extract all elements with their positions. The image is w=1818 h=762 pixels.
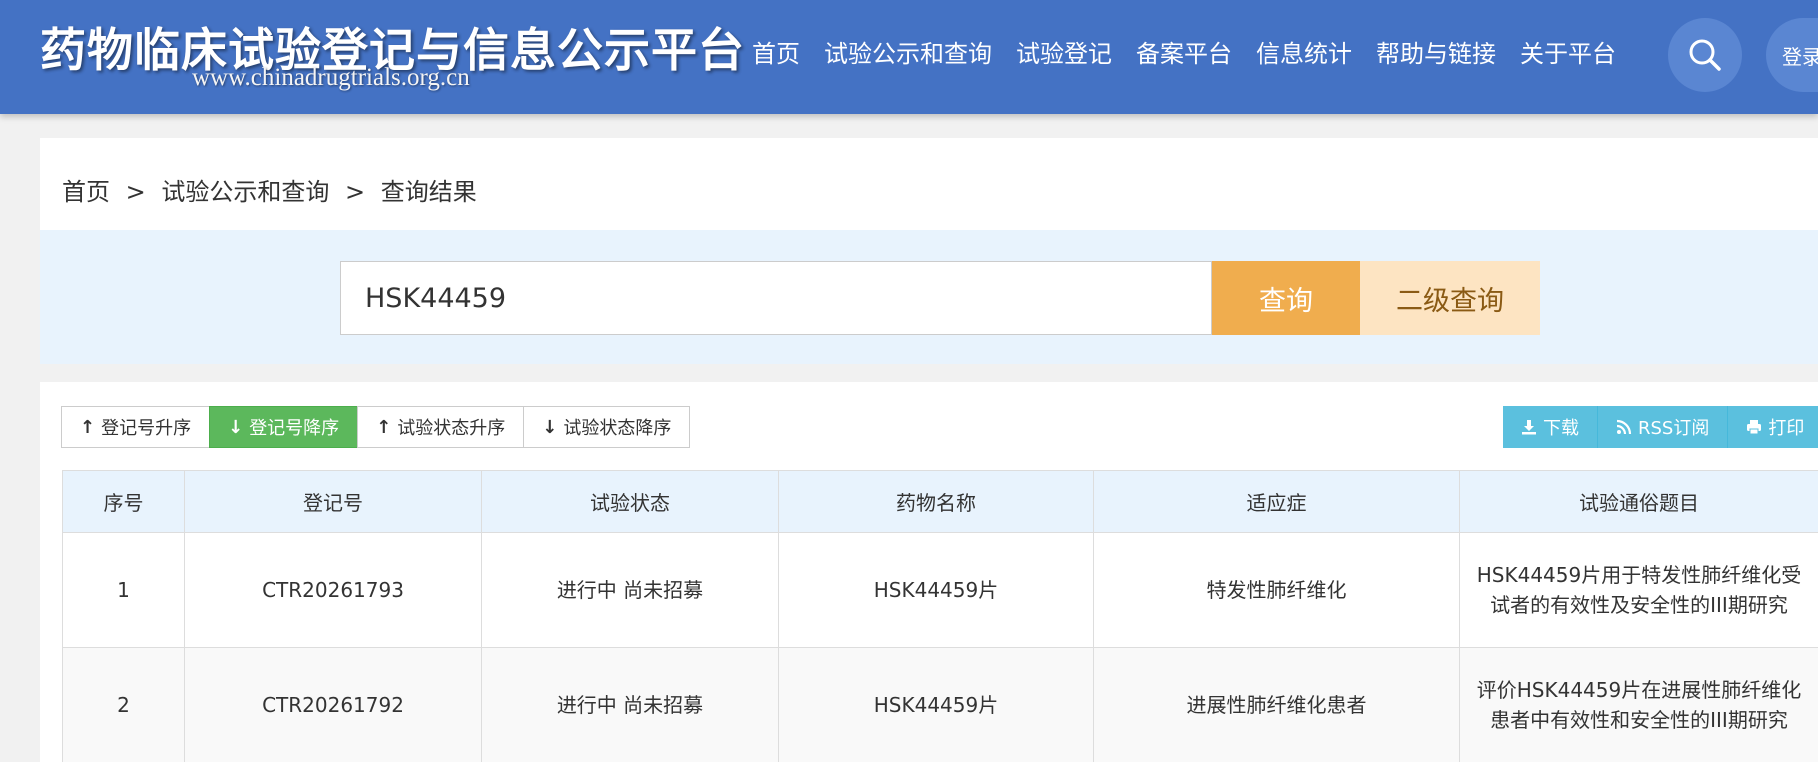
query-button[interactable]: 查询 (1212, 261, 1360, 335)
sort-label: 试验状态降序 (563, 418, 672, 439)
search-panel: 查询 二级查询 (40, 230, 1818, 364)
nav-trial-registration[interactable]: 试验登记 (1016, 34, 1112, 69)
col-header-registration: 登记号 (184, 470, 482, 533)
site-header: 药物临床试验登记与信息公示平台 www.chinadrugtrials.org.… (0, 0, 1818, 114)
download-button[interactable]: 下载 (1503, 406, 1598, 448)
search-icon (1689, 39, 1721, 71)
rss-label: RSS订阅 (1638, 418, 1710, 439)
site-url: www.chinadrugtrials.org.cn (192, 64, 470, 91)
col-header-status: 试验状态 (481, 470, 779, 533)
rss-icon (1616, 419, 1632, 435)
header-search-button[interactable] (1668, 18, 1742, 92)
cell-number: 1 (62, 532, 185, 648)
action-button-group: 下载 RSS订阅 打印 (1503, 406, 1818, 448)
results-panel: ↑ 登记号升序 ↓ 登记号降序 ↑ 试验状态升序 ↓ 试验状态降序 下载 RSS… (40, 382, 1818, 762)
cell-status: 进行中 尚未招募 (481, 647, 779, 762)
sort-label: 登记号降序 (249, 418, 340, 439)
rss-button[interactable]: RSS订阅 (1598, 406, 1729, 448)
arrow-down-icon: ↓ (542, 416, 558, 438)
nav-filing-platform[interactable]: 备案平台 (1136, 34, 1232, 69)
arrow-down-icon: ↓ (228, 416, 244, 438)
print-button[interactable]: 打印 (1728, 406, 1818, 448)
cell-indication: 特发性肺纤维化 (1093, 532, 1460, 648)
table-row[interactable]: 1 CTR20261793 进行中 尚未招募 HSK44459片 特发性肺纤维化… (62, 532, 1818, 648)
col-header-number: 序号 (62, 470, 185, 533)
print-label: 打印 (1768, 418, 1805, 439)
nav-home[interactable]: 首页 (752, 34, 800, 69)
sort-status-asc-button[interactable]: ↑ 试验状态升序 (357, 406, 525, 448)
printer-icon (1747, 420, 1762, 435)
sort-button-group: ↑ 登记号升序 ↓ 登记号降序 ↑ 试验状态升序 ↓ 试验状态降序 (61, 406, 691, 448)
breadcrumb-separator: > (345, 178, 366, 206)
cell-title[interactable]: HSK44459片用于特发性肺纤维化受试者的有效性及安全性的III期研究 (1459, 532, 1818, 648)
table-row[interactable]: 2 CTR20261792 进行中 尚未招募 HSK44459片 进展性肺纤维化… (62, 647, 1818, 762)
breadcrumb-current: 查询结果 (380, 178, 477, 206)
sort-reg-desc-button[interactable]: ↓ 登记号降序 (209, 406, 359, 448)
breadcrumb: 首页 > 试验公示和查询 > 查询结果 (62, 172, 485, 207)
cell-number: 2 (62, 647, 185, 762)
advanced-query-button[interactable]: 二级查询 (1360, 261, 1540, 335)
breadcrumb-home[interactable]: 首页 (62, 178, 110, 206)
sort-status-desc-button[interactable]: ↓ 试验状态降序 (523, 406, 691, 448)
col-header-indication: 适应症 (1093, 470, 1460, 533)
breadcrumb-trial-query[interactable]: 试验公示和查询 (161, 178, 329, 206)
results-table: 序号 登记号 试验状态 药物名称 适应症 试验通俗题目 1 CTR2026179… (62, 470, 1818, 762)
nav-statistics[interactable]: 信息统计 (1256, 34, 1352, 69)
login-button[interactable]: 登录 (1766, 18, 1818, 92)
col-header-drug: 药物名称 (778, 470, 1094, 533)
arrow-up-icon: ↑ (80, 416, 96, 438)
download-label: 下载 (1543, 418, 1579, 439)
breadcrumb-panel: 首页 > 试验公示和查询 > 查询结果 (40, 138, 1818, 230)
sort-reg-asc-button[interactable]: ↑ 登记号升序 (61, 406, 211, 448)
nav-about[interactable]: 关于平台 (1520, 34, 1616, 69)
main-nav: 首页 试验公示和查询 试验登记 备案平台 信息统计 帮助与链接 关于平台 (752, 34, 1640, 69)
cell-drug: HSK44459片 (778, 532, 1094, 648)
cell-drug: HSK44459片 (778, 647, 1094, 762)
cell-status: 进行中 尚未招募 (481, 532, 779, 648)
arrow-up-icon: ↑ (376, 416, 392, 438)
nav-trial-query[interactable]: 试验公示和查询 (824, 34, 992, 69)
sort-label: 登记号升序 (101, 418, 192, 439)
search-input[interactable] (340, 261, 1212, 335)
cell-registration[interactable]: CTR20261792 (184, 647, 482, 762)
table-header-row: 序号 登记号 试验状态 药物名称 适应症 试验通俗题目 (62, 470, 1818, 533)
cell-registration[interactable]: CTR20261793 (184, 532, 482, 648)
col-header-title: 试验通俗题目 (1459, 470, 1818, 533)
cell-indication: 进展性肺纤维化患者 (1093, 647, 1460, 762)
sort-label: 试验状态升序 (397, 418, 506, 439)
download-icon (1522, 420, 1536, 435)
cell-title[interactable]: 评价HSK44459片在进展性肺纤维化患者中有效性和安全性的III期研究 (1459, 647, 1818, 762)
breadcrumb-separator: > (125, 178, 146, 206)
nav-help-links[interactable]: 帮助与链接 (1376, 34, 1496, 69)
